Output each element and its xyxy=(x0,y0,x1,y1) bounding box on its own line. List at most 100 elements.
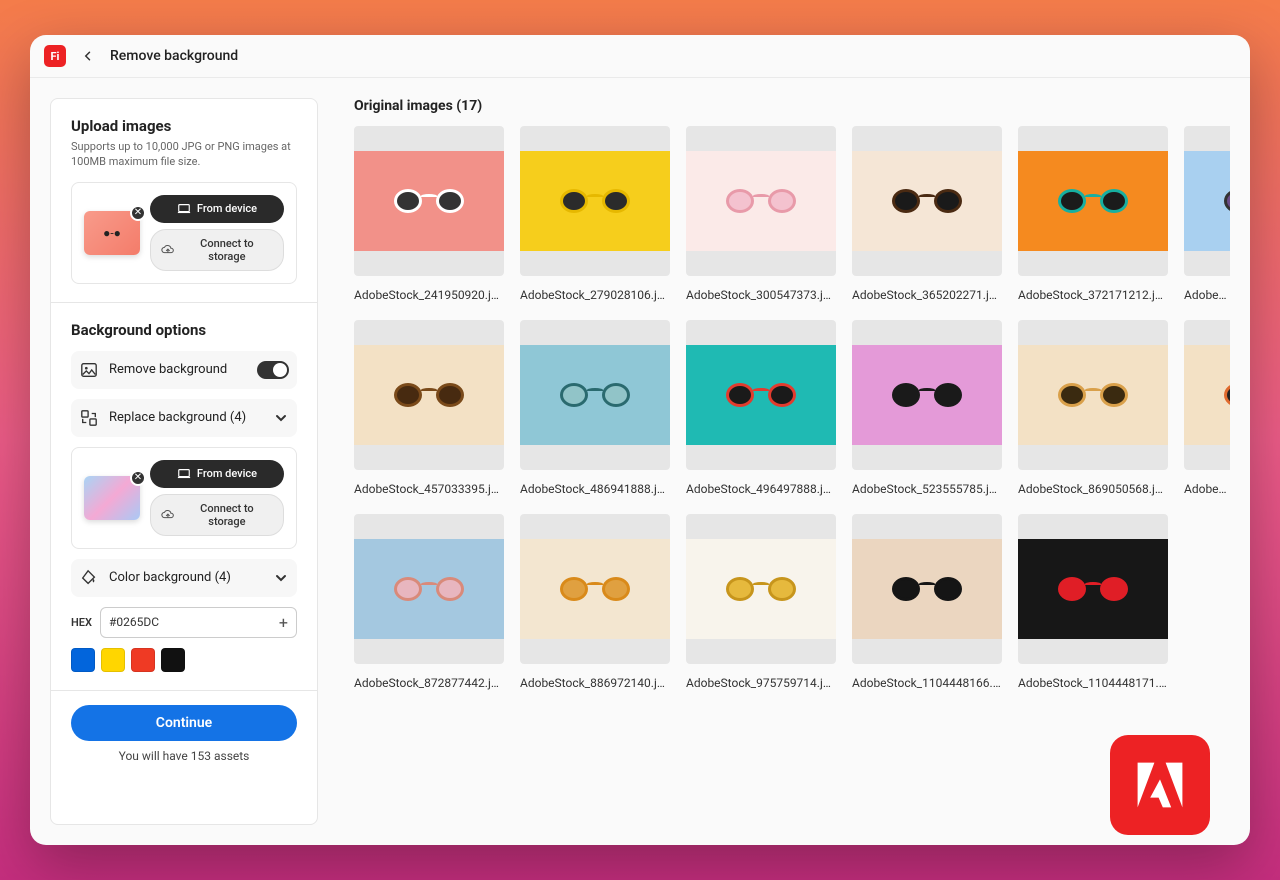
image-card[interactable]: AdobeStock_886972140.jpeg xyxy=(520,514,670,690)
image-card[interactable]: AdobeStock_1104448171.jpeg xyxy=(1018,514,1168,690)
image-thumbnail xyxy=(852,514,1002,664)
cloud-icon xyxy=(161,508,175,522)
connect-storage-button[interactable]: Connect to storage xyxy=(150,229,284,271)
close-icon[interactable]: ✕ xyxy=(130,205,146,221)
color-swatch[interactable] xyxy=(101,648,125,672)
back-icon[interactable] xyxy=(80,48,96,64)
image-thumbnail xyxy=(852,320,1002,470)
app-window: Fi Remove background Upload images Suppo… xyxy=(30,35,1250,845)
from-device-button[interactable]: From device xyxy=(150,195,284,223)
color-bg-label: Color background (4) xyxy=(109,570,263,585)
add-color-button[interactable]: + xyxy=(279,613,288,632)
paint-bucket-icon xyxy=(79,568,99,588)
color-swatches xyxy=(71,648,297,672)
image-card[interactable]: AdobeStock_975759714.jpeg xyxy=(686,514,836,690)
image-filename: AdobeStock_457033395.jpeg xyxy=(354,482,504,496)
gallery-title: Original images (17) xyxy=(354,98,1230,114)
image-thumbnail xyxy=(354,514,504,664)
header: Fi Remove background xyxy=(30,35,1250,78)
image-card[interactable]: AdobeStock_ xyxy=(1184,126,1230,302)
image-card[interactable]: AdobeStock_869050568.jpeg xyxy=(1018,320,1168,496)
image-card[interactable]: AdobeStock_300547373.jpeg xyxy=(686,126,836,302)
content: Upload images Supports up to 10,000 JPG … xyxy=(30,78,1250,845)
from-device-button[interactable]: From device xyxy=(150,460,284,488)
sunglasses-icon xyxy=(560,576,630,602)
sunglasses-icon xyxy=(1058,188,1128,214)
sunglasses-icon xyxy=(1058,382,1128,408)
image-filename: AdobeStock_372171212.jpeg xyxy=(1018,288,1168,302)
image-filename: AdobeStock_ xyxy=(1184,288,1230,302)
hex-row: HEX + xyxy=(71,607,297,638)
sidebar-footer: Continue You will have 153 assets xyxy=(51,690,317,777)
image-card[interactable]: AdobeStock_496497888.jpeg xyxy=(686,320,836,496)
sunglasses-icon xyxy=(892,188,962,214)
image-thumbnail xyxy=(1184,320,1230,470)
image-filename: AdobeStock_975759714.jpeg xyxy=(686,676,836,690)
image-card[interactable]: AdobeStock_457033395.jpeg xyxy=(354,320,504,496)
upload-section: Upload images Supports up to 10,000 JPG … xyxy=(51,99,317,302)
remove-bg-toggle[interactable] xyxy=(257,361,289,379)
sunglasses-icon xyxy=(726,188,796,214)
image-card[interactable]: AdobeStock_372171212.jpeg xyxy=(1018,126,1168,302)
image-card[interactable]: AdobeStock_241950920.jpeg xyxy=(354,126,504,302)
replace-icon xyxy=(79,408,99,428)
sidebar: Upload images Supports up to 10,000 JPG … xyxy=(50,98,318,825)
image-filename: AdobeStock_496497888.jpeg xyxy=(686,482,836,496)
upload-buttons: From device Connect to storage xyxy=(150,195,284,271)
sunglasses-icon xyxy=(892,576,962,602)
color-background-row[interactable]: Color background (4) xyxy=(71,559,297,597)
sunglasses-icon xyxy=(394,188,464,214)
remove-bg-label: Remove background xyxy=(109,362,247,377)
connect-storage-button[interactable]: Connect to storage xyxy=(150,494,284,536)
image-card[interactable]: AdobeStock_486941888.jpeg xyxy=(520,320,670,496)
hex-input[interactable] xyxy=(109,615,275,629)
close-icon[interactable]: ✕ xyxy=(130,470,146,486)
image-thumbnail xyxy=(686,126,836,276)
sunglasses-icon xyxy=(394,576,464,602)
color-swatch[interactable] xyxy=(161,648,185,672)
cloud-icon xyxy=(161,243,175,257)
sunglasses-icon xyxy=(726,382,796,408)
image-card[interactable]: AdobeStock_872877442.jpeg xyxy=(354,514,504,690)
image-grid: AdobeStock_241950920.jpegAdobeStock_2790… xyxy=(354,126,1230,690)
image-filename: AdobeStock_886972140.jpeg xyxy=(520,676,670,690)
options-title: Background options xyxy=(71,321,297,339)
image-thumbnail xyxy=(354,126,504,276)
continue-button[interactable]: Continue xyxy=(71,705,297,741)
background-options-section: Background options Remove background Rep… xyxy=(51,302,317,690)
laptop-icon xyxy=(177,202,191,216)
image-thumbnail xyxy=(686,320,836,470)
sunglasses-icon xyxy=(394,382,464,408)
color-swatch[interactable] xyxy=(131,648,155,672)
replace-upload-card: ✕ From device Connect to storage xyxy=(71,447,297,549)
adobe-logo xyxy=(1110,735,1210,835)
sunglasses-icon: ●-● xyxy=(103,226,121,240)
color-swatch[interactable] xyxy=(71,648,95,672)
upload-card: ●-● ✕ From device Connect to storage xyxy=(71,182,297,284)
image-thumbnail xyxy=(1018,126,1168,276)
image-filename: AdobeStock_1104448171.jpeg xyxy=(1018,676,1168,690)
image-card[interactable]: AdobeStock_1104448166.jpeg xyxy=(852,514,1002,690)
remove-background-row: Remove background xyxy=(71,351,297,389)
image-card[interactable]: AdobeStock_365202271.jpeg xyxy=(852,126,1002,302)
sunglasses-icon xyxy=(1224,382,1230,408)
replace-buttons: From device Connect to storage xyxy=(150,460,284,536)
sunglasses-icon xyxy=(560,382,630,408)
assets-count-note: You will have 153 assets xyxy=(71,749,297,763)
hex-label: HEX xyxy=(71,616,92,629)
image-filename: AdobeStock_300547373.jpeg xyxy=(686,288,836,302)
app-logo: Fi xyxy=(44,45,66,67)
hex-input-wrap: + xyxy=(100,607,297,638)
image-thumbnail xyxy=(520,514,670,664)
upload-subtitle: Supports up to 10,000 JPG or PNG images … xyxy=(71,139,297,170)
replace-background-row[interactable]: Replace background (4) xyxy=(71,399,297,437)
image-card[interactable]: AdobeStock_279028106.jpeg xyxy=(520,126,670,302)
image-card[interactable]: AdobeStock_ xyxy=(1184,320,1230,496)
replace-bg-label: Replace background (4) xyxy=(109,410,263,425)
image-filename: AdobeStock_1104448166.jpeg xyxy=(852,676,1002,690)
chevron-down-icon xyxy=(273,410,289,426)
image-thumbnail xyxy=(1018,514,1168,664)
image-card[interactable]: AdobeStock_523555785.jpeg xyxy=(852,320,1002,496)
chevron-down-icon xyxy=(273,570,289,586)
sunglasses-icon xyxy=(892,382,962,408)
